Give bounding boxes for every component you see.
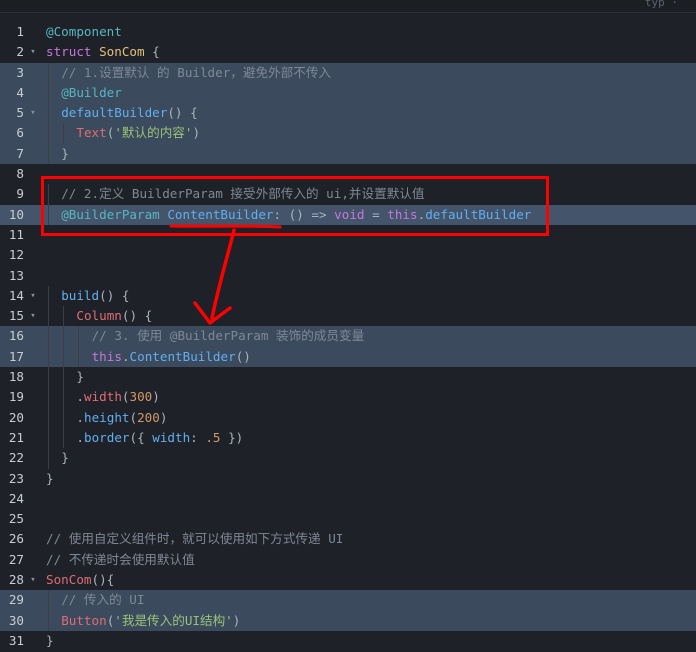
red-arrow-annotation-icon	[210, 228, 236, 320]
red-underline-annotation-icon	[169, 224, 282, 229]
code-editor[interactable]: typ · 1 @Component 2 ▾ struct SonCom {3// 1.…	[0, 0, 696, 652]
annotation-overlay	[169, 224, 282, 325]
